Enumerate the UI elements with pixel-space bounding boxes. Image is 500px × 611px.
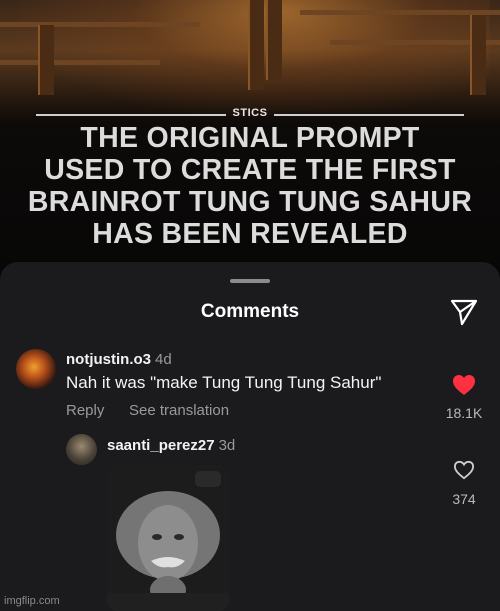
- comment-text: Nah it was "make Tung Tung Tung Sahur": [66, 373, 382, 392]
- send-icon[interactable]: [449, 297, 479, 327]
- source-rule-left: [36, 114, 226, 116]
- comment-age: 3d: [218, 437, 236, 454]
- comment-username[interactable]: saanti_perez27: [107, 437, 215, 454]
- post-image: STICS THE ORIGINAL PROMPT USED TO CREATE…: [0, 0, 500, 280]
- headline-line: THE ORIGINAL PROMPT: [80, 122, 420, 154]
- comment-header: notjustin.o3 4d: [66, 351, 172, 368]
- scene-post: [266, 0, 282, 80]
- comment-attachment-image[interactable]: [107, 465, 229, 611]
- scene-post: [38, 25, 54, 95]
- headline-line: USED TO CREATE THE FIRST: [44, 154, 456, 186]
- watermark: imgflip.com: [4, 595, 60, 607]
- comments-sheet: Comments notjustin.o3 4d Nah it was "make…: [0, 262, 500, 611]
- source-label: STICS: [232, 107, 268, 119]
- comments-title: Comments: [200, 301, 300, 322]
- heart-filled-icon[interactable]: [452, 374, 476, 396]
- comment-age: 4d: [155, 351, 172, 368]
- heart-outline-icon[interactable]: [453, 460, 475, 480]
- like-count: 18.1K: [445, 405, 483, 421]
- scene-post: [248, 0, 264, 90]
- scene-plank: [0, 22, 200, 27]
- reply-button[interactable]: Reply: [66, 402, 104, 419]
- like-count: 374: [452, 491, 476, 507]
- comment-username[interactable]: notjustin.o3: [66, 351, 151, 368]
- avatar[interactable]: [66, 434, 97, 465]
- source-rule-right: [274, 114, 464, 116]
- comment-header: saanti_perez27 3d: [107, 437, 235, 454]
- headline-line: HAS BEEN REVEALED: [92, 218, 408, 250]
- see-translation-button[interactable]: See translation: [129, 402, 229, 419]
- image-badge-icon: [195, 471, 221, 487]
- post-headline: THE ORIGINAL PROMPT USED TO CREATE THE F…: [0, 122, 500, 250]
- scene-post: [470, 15, 486, 95]
- headline-line: BRAINROT TUNG TUNG SAHUR: [27, 186, 473, 218]
- scene-plank: [0, 60, 160, 65]
- avatar[interactable]: [16, 349, 56, 389]
- drag-handle[interactable]: [230, 279, 270, 283]
